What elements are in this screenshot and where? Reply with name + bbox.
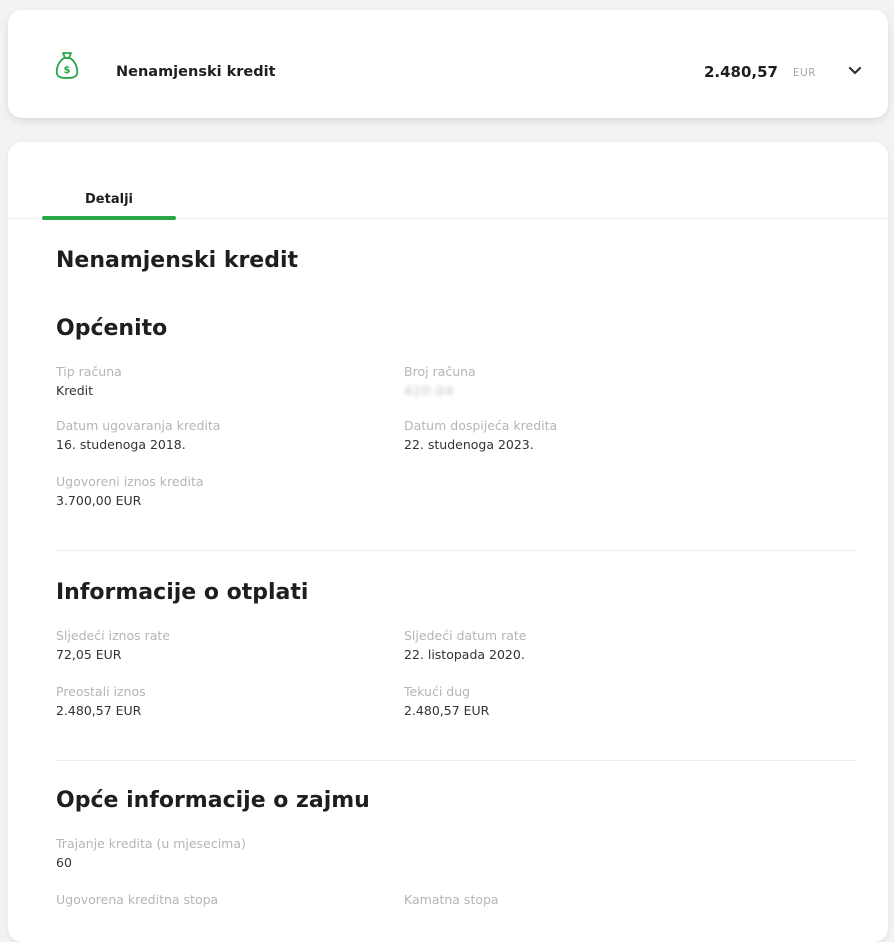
field-label: Ugovorena kreditna stopa <box>56 892 219 907</box>
field-label: Trajanje kredita (u mjesecima) <box>56 836 246 851</box>
field-value: Kredit <box>56 383 94 398</box>
tab-bar: Detalji <box>8 142 888 220</box>
field-interest-rate: Kamatna stopa <box>404 892 704 908</box>
field-contracted-rate: Ugovorena kreditna stopa <box>56 892 356 908</box>
field-remaining-amount: Preostali iznos 2.480,57 EUR <box>56 684 356 720</box>
field-label: Sljedeći datum rate <box>404 628 527 643</box>
money-bag-icon: $ <box>55 52 79 79</box>
section-divider <box>56 550 856 551</box>
loan-balance: 2.480,57 <box>703 63 778 81</box>
field-next-installment-amount: Sljedeći iznos rate 72,05 EUR <box>56 628 356 664</box>
field-value: 3.700,00 EUR <box>56 493 142 508</box>
field-value: 60 <box>56 855 72 870</box>
field-value: 22. studenoga 2023. <box>404 437 534 452</box>
tab-details[interactable]: Detalji <box>42 188 176 220</box>
section-heading-repayment: Informacije o otplati <box>56 580 309 605</box>
field-value: 16. studenoga 2018. <box>56 437 186 452</box>
section-divider <box>56 760 856 761</box>
field-account-type: Tip računa Kredit <box>56 364 356 400</box>
chevron-down-icon[interactable] <box>848 66 862 76</box>
section-heading-general: Općenito <box>56 316 168 341</box>
active-tab-indicator <box>42 216 176 220</box>
field-value: 72,05 EUR <box>56 647 122 662</box>
loan-title: Nenamjenski kredit <box>116 64 276 80</box>
field-label: Datum ugovaranja kredita <box>56 418 221 433</box>
field-contract-date: Datum ugovaranja kredita 16. studenoga 2… <box>56 418 356 454</box>
field-current-debt: Tekući dug 2.480,57 EUR <box>404 684 704 720</box>
field-value: 2.480,57 EUR <box>56 703 142 718</box>
field-contracted-amount: Ugovoreni iznos kredita 3.700,00 EUR <box>56 474 356 510</box>
field-label: Tekući dug <box>404 684 471 699</box>
field-maturity-date: Datum dospijeća kredita 22. studenoga 20… <box>404 418 704 454</box>
field-label: Preostali iznos <box>56 684 146 699</box>
field-label: Ugovoreni iznos kredita <box>56 474 204 489</box>
loan-currency: EUR <box>792 67 816 79</box>
field-value: 2.480,57 EUR <box>404 703 490 718</box>
field-loan-duration: Trajanje kredita (u mjesecima) 60 <box>56 836 356 872</box>
field-value: 22. listopada 2020. <box>404 647 525 662</box>
page-title: Nenamjenski kredit <box>56 248 299 273</box>
field-label: Tip računa <box>56 364 122 379</box>
loan-details-card: Detalji Nenamjenski kredit Općenito Tip … <box>8 142 888 942</box>
field-next-installment-date: Sljedeći datum rate 22. listopada 2020. <box>404 628 704 664</box>
field-account-number: Broj računa 420-04 <box>404 364 704 400</box>
field-value: 420-04 <box>404 383 455 398</box>
field-label: Sljedeći iznos rate <box>56 628 170 643</box>
loan-summary-card[interactable]: $ Nenamjenski kredit 2.480,57 EUR <box>8 10 888 118</box>
tab-details-label: Detalji <box>85 192 133 207</box>
field-label: Datum dospijeća kredita <box>404 418 558 433</box>
field-label: Kamatna stopa <box>404 892 499 907</box>
svg-text:$: $ <box>64 65 71 76</box>
field-label: Broj računa <box>404 364 476 379</box>
section-heading-loan-info: Opće informacije o zajmu <box>56 788 370 813</box>
